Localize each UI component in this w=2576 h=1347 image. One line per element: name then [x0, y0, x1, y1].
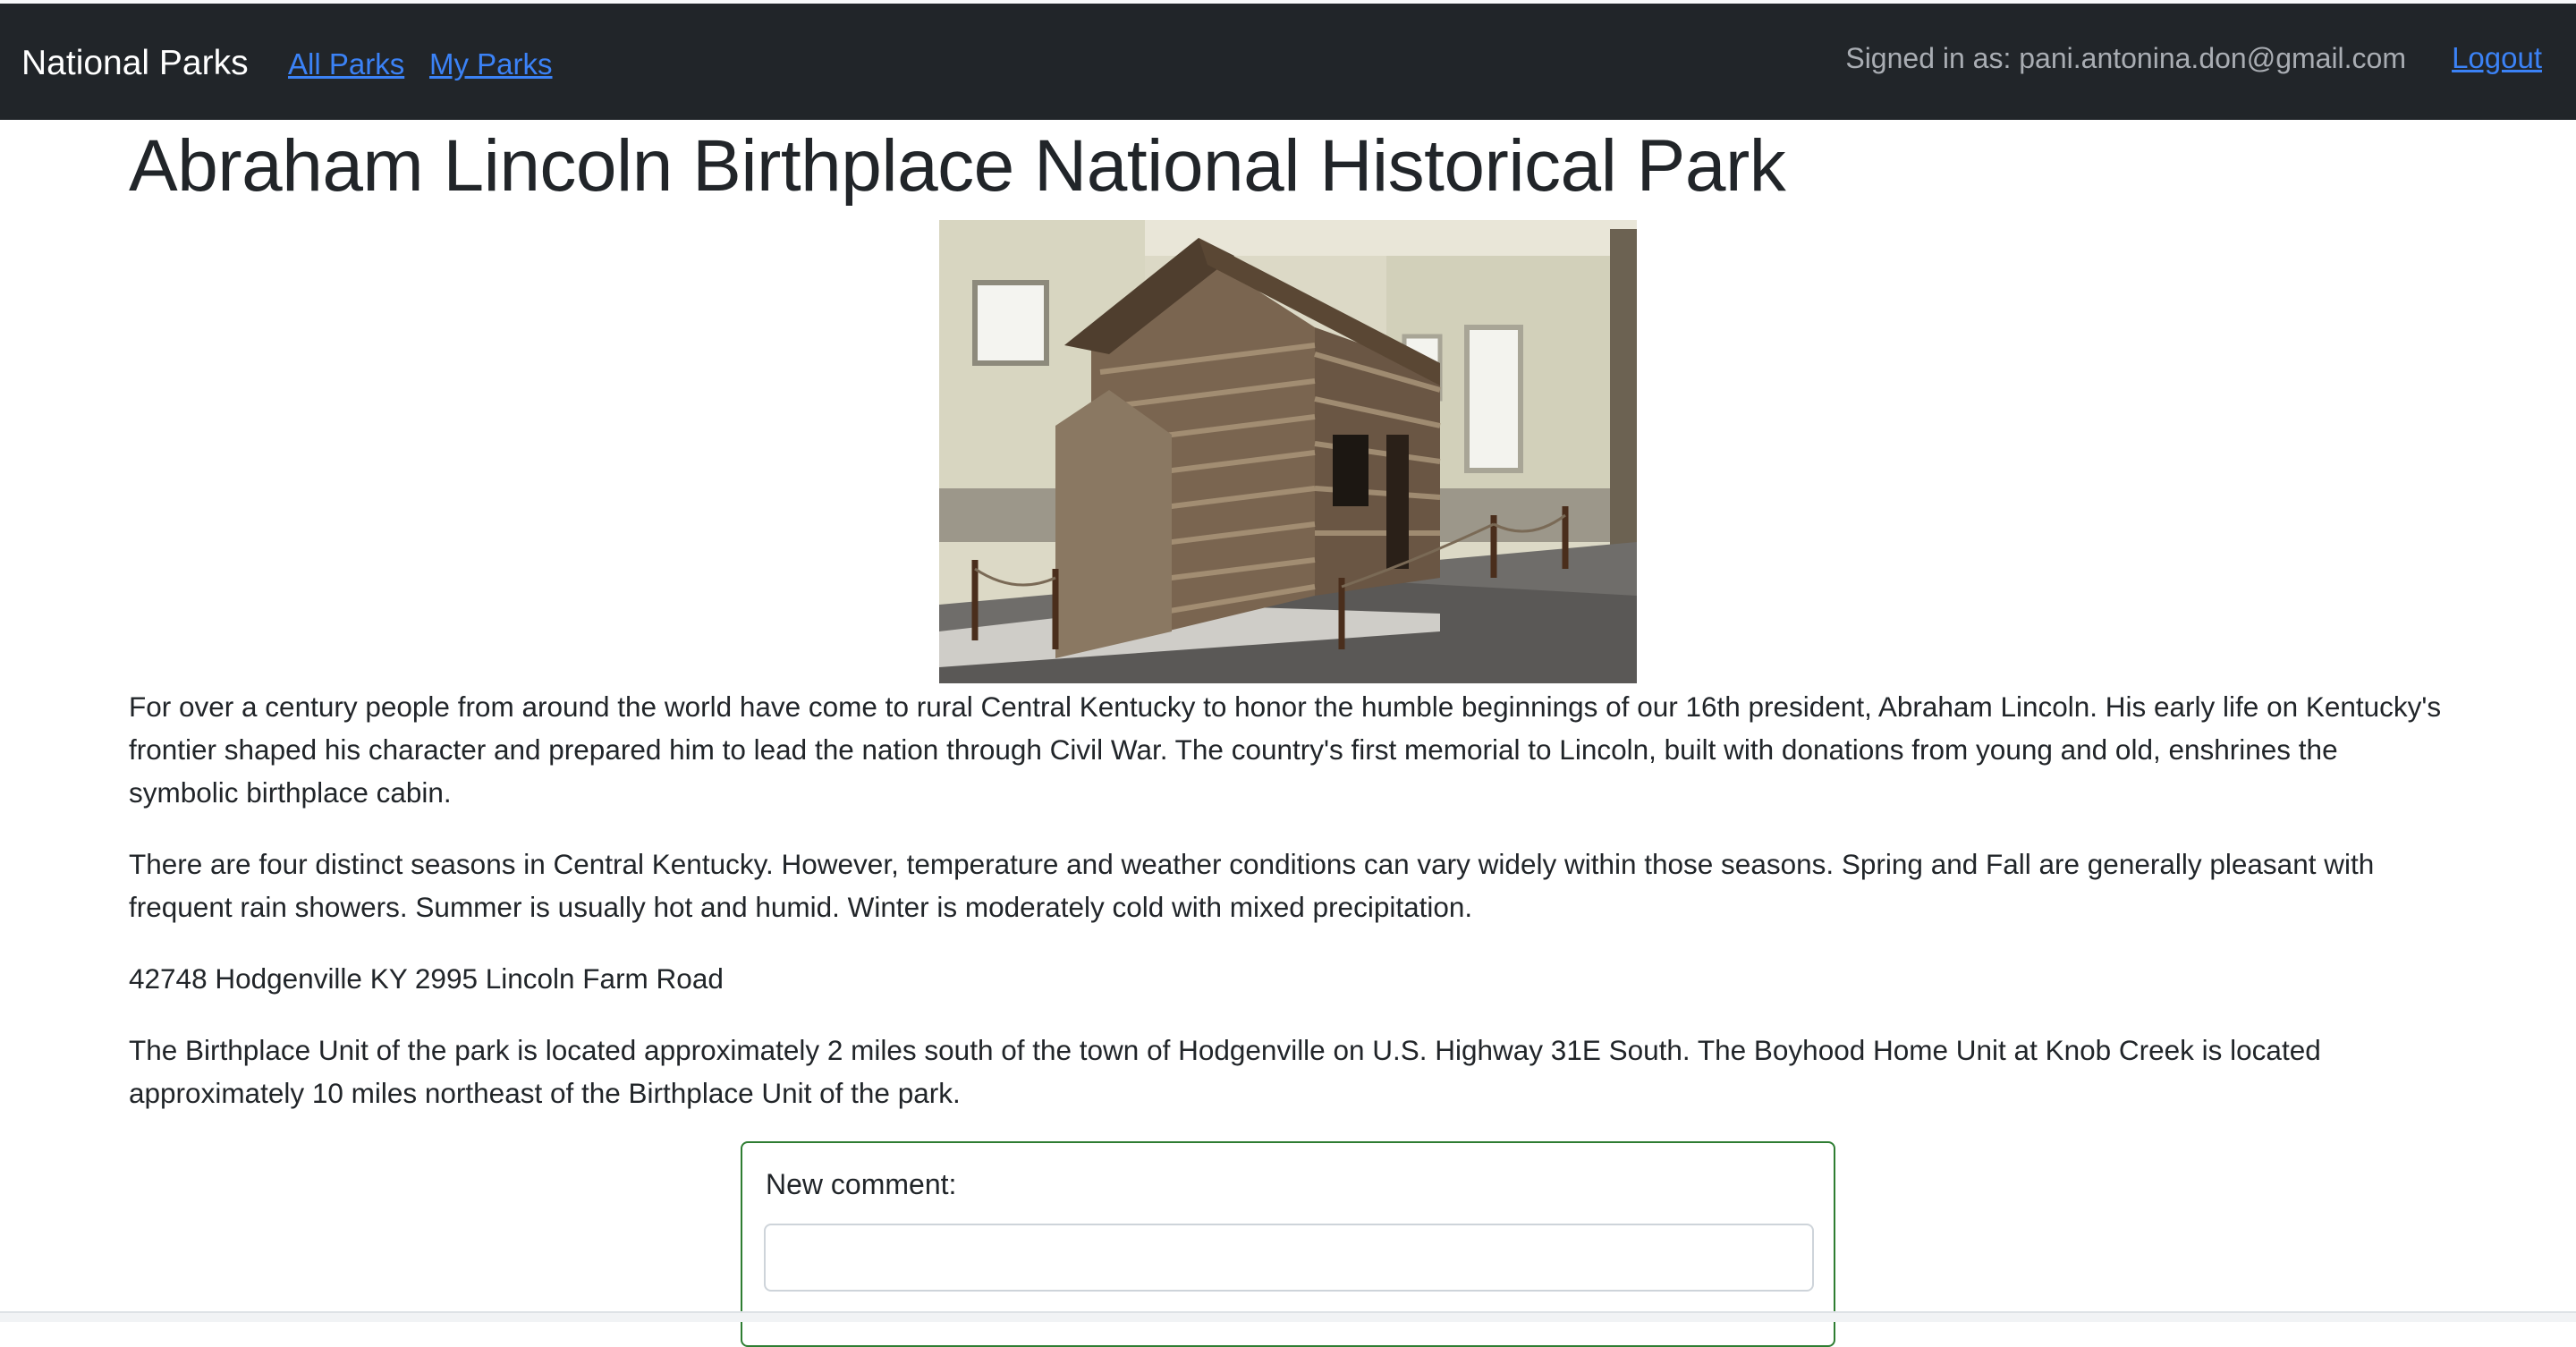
nav-link-my-parks[interactable]: My Parks [429, 47, 553, 82]
park-weather: There are four distinct seasons in Centr… [129, 848, 2375, 923]
comment-input[interactable] [764, 1224, 1814, 1292]
park-directions: The Birthplace Unit of the park is locat… [129, 1034, 2321, 1109]
navbar: National Parks All Parks My Parks Signed… [0, 4, 2576, 120]
park-address: 42748 Hodgenville KY 2995 Lincoln Farm R… [129, 962, 724, 995]
browser-bottom-strip [0, 1311, 2576, 1322]
comment-label: New comment: [766, 1168, 957, 1200]
logout-link[interactable]: Logout [2452, 40, 2542, 76]
page-title: Abraham Lincoln Birthplace National Hist… [129, 125, 1786, 207]
navbar-brand[interactable]: National Parks [21, 43, 249, 84]
park-description: For over a century people from around th… [129, 690, 2442, 809]
park-photo [939, 220, 1637, 683]
signed-in-text: Signed in as: pani.antonina.don@gmail.co… [1845, 42, 2406, 74]
nav-link-all-parks[interactable]: All Parks [288, 47, 404, 82]
